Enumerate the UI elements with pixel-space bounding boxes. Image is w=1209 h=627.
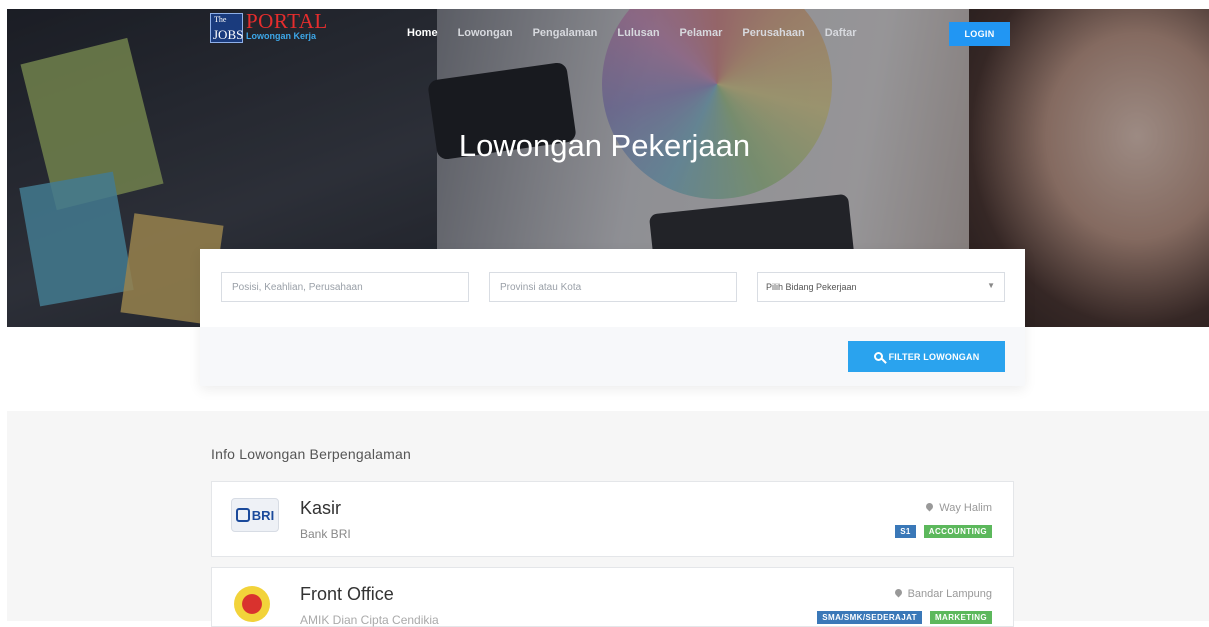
company-name: AMIK Dian Cipta Cendikia [300, 613, 439, 627]
chevron-down-icon: ▼ [987, 281, 995, 290]
nav-home[interactable]: Home [407, 27, 438, 39]
job-card[interactable]: BRI Kasir Bank BRI Way Halim S1 ACCOUNTI… [211, 481, 1014, 557]
category-badge: ACCOUNTING [923, 525, 992, 538]
education-badge: S1 [895, 525, 916, 538]
logo-subtitle: Lowongan Kerja [246, 31, 317, 41]
company-logo: BRI [231, 498, 279, 532]
filter-button-label: FILTER LOWONGAN [888, 351, 980, 362]
nav-pelamar[interactable]: Pelamar [680, 27, 723, 39]
search-icon [873, 352, 883, 361]
main-nav: Home Lowongan Pengalaman Lulusan Pelamar… [407, 27, 877, 39]
job-location: Bandar Lampung [893, 587, 992, 600]
nav-lowongan[interactable]: Lowongan [458, 27, 513, 39]
education-badge: SMA/SMK/SEDERAJAT [817, 611, 922, 624]
category-select-value: Pilih Bidang Pekerjaan [766, 282, 857, 292]
hero-title: Lowongan Pekerjaan [458, 128, 751, 163]
job-location: Way Halim [924, 501, 992, 514]
category-select[interactable]: Pilih Bidang Pekerjaan ▼ [757, 272, 1005, 302]
map-pin-icon [924, 501, 935, 512]
job-title[interactable]: Front Office [300, 584, 394, 605]
category-badge: MARKETING [929, 611, 992, 624]
bri-logo-icon [235, 508, 250, 522]
job-card[interactable]: Front Office AMIK Dian Cipta Cendikia Ba… [211, 567, 1014, 627]
search-panel: Pilih Bidang Pekerjaan ▼ FILTER LOWONGAN [200, 249, 1025, 386]
job-title[interactable]: Kasir [300, 498, 341, 519]
logo-the: The [214, 15, 227, 24]
nav-lulusan[interactable]: Lulusan [617, 27, 659, 39]
listings-title: Info Lowongan Berpengalaman [211, 446, 411, 462]
nav-daftar[interactable]: Daftar [825, 27, 857, 39]
job-tags: S1 ACCOUNTING [895, 525, 992, 538]
keyword-input[interactable] [221, 272, 469, 302]
site-logo[interactable]: The JOBS PORTAL Lowongan Kerja [210, 9, 336, 43]
map-pin-icon [893, 587, 904, 598]
nav-perusahaan[interactable]: Perusahaan [742, 27, 804, 39]
login-button[interactable]: LOGIN [949, 22, 1010, 46]
nav-pengalaman[interactable]: Pengalaman [533, 27, 598, 39]
location-input[interactable] [489, 272, 737, 302]
logo-jobs: JOBS [213, 27, 244, 42]
job-tags: SMA/SMK/SEDERAJAT MARKETING [817, 611, 992, 624]
filter-button[interactable]: FILTER LOWONGAN [848, 341, 1005, 372]
company-name: Bank BRI [300, 527, 351, 541]
company-logo [234, 586, 270, 622]
